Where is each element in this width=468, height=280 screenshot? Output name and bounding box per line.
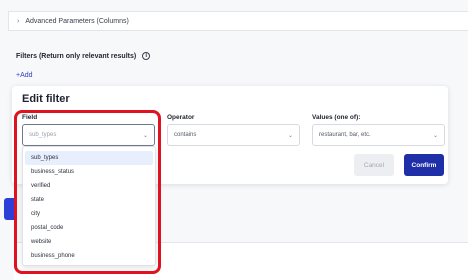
chevron-down-icon: ⌄ — [432, 132, 438, 139]
values-label: Values (one of): — [312, 114, 361, 121]
info-icon[interactable]: i — [142, 52, 151, 60]
operator-select-value: contains — [174, 132, 197, 138]
highlight-annotation-box — [14, 110, 161, 274]
advanced-parameters-label: Advanced Parameters (Columns) — [25, 17, 129, 25]
chevron-down-icon: ⌄ — [287, 132, 293, 139]
values-select-placeholder: restaurant, bar, etc. — [319, 132, 371, 138]
filters-heading: Filters (Return only relevant results) i — [16, 52, 151, 60]
advanced-parameters-toggle[interactable]: › Advanced Parameters (Columns) — [8, 11, 468, 31]
modal-title: Edit filter — [22, 93, 70, 105]
operator-select[interactable]: contains ⌄ — [167, 124, 300, 146]
confirm-button[interactable]: Confirm — [404, 154, 444, 176]
values-select[interactable]: restaurant, bar, etc. ⌄ — [312, 124, 445, 146]
filters-label: Filters (Return only relevant results) — [16, 52, 137, 60]
operator-label: Operator — [167, 114, 195, 121]
add-filter-link[interactable]: +Add — [16, 72, 33, 79]
side-tab[interactable] — [4, 198, 14, 220]
cancel-button[interactable]: Cancel — [354, 154, 394, 176]
chevron-right-icon: › — [17, 17, 20, 25]
